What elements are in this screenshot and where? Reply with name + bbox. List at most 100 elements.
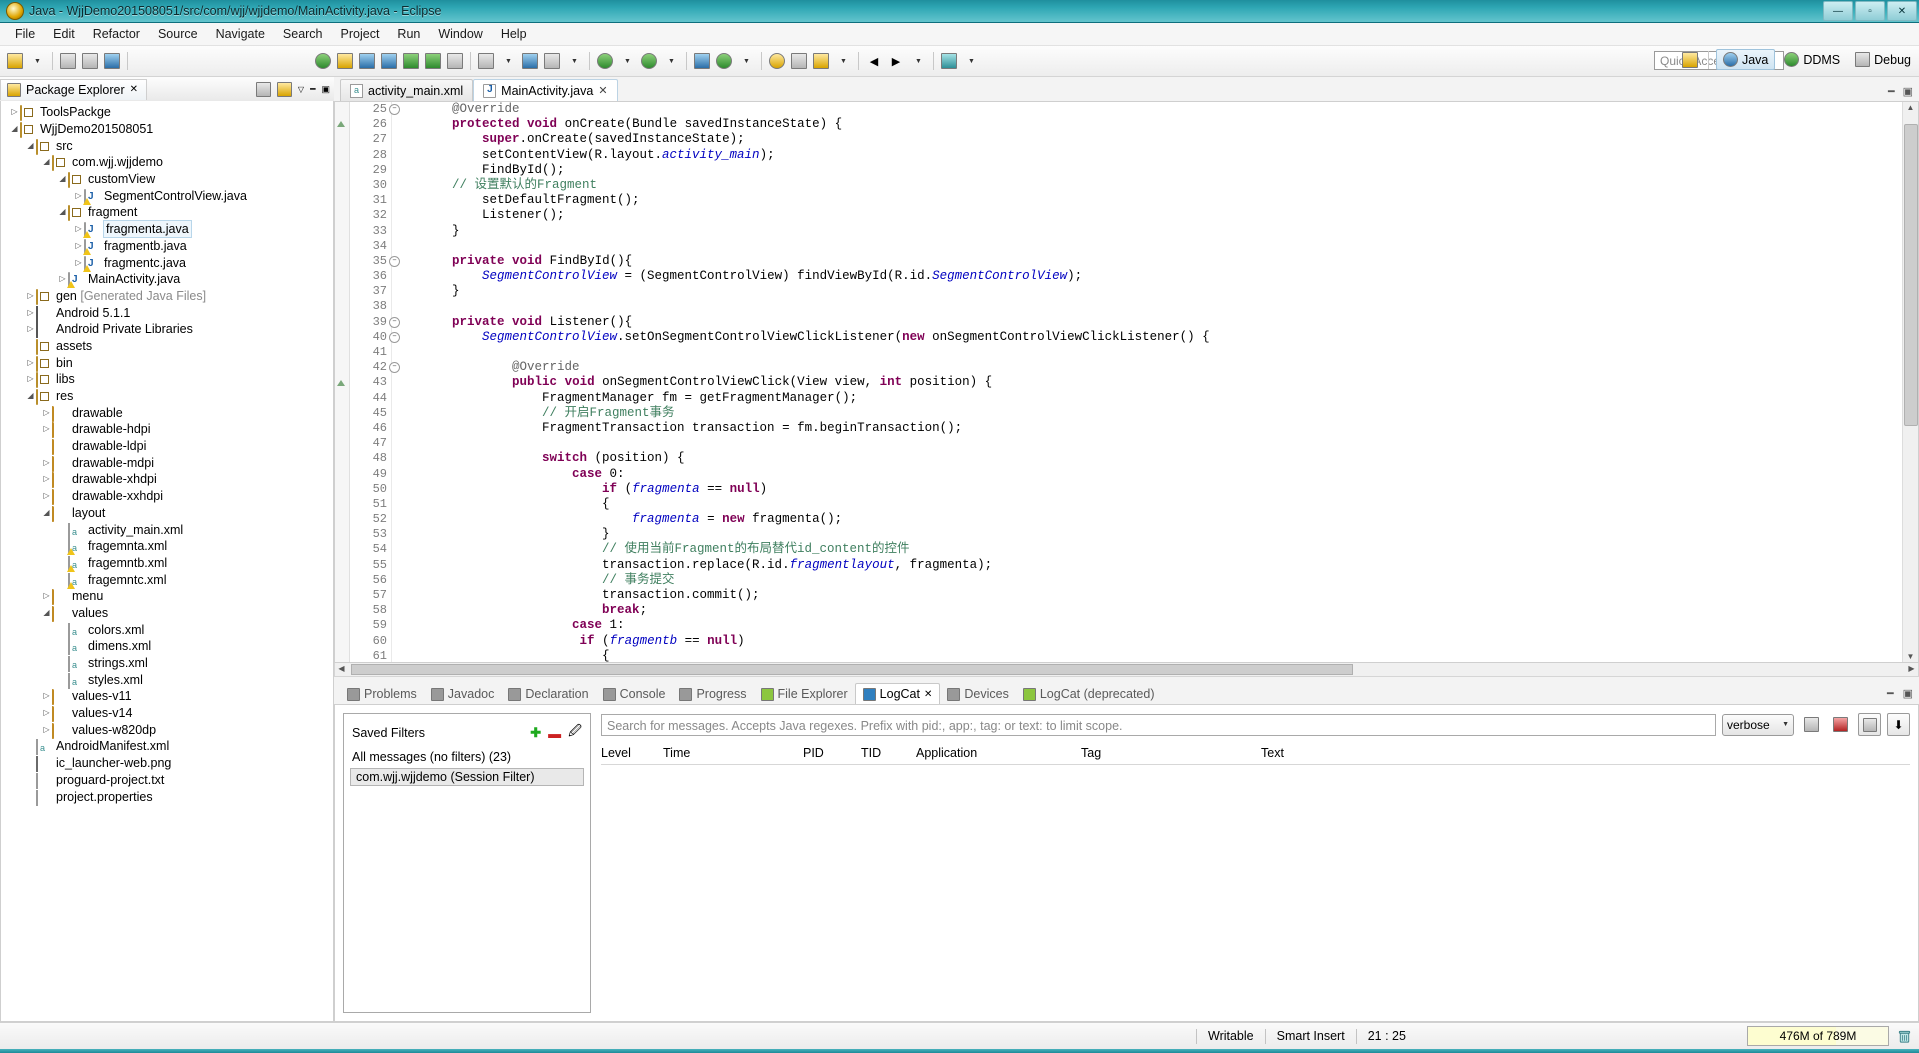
search-dropdown-icon[interactable]: ▼ xyxy=(736,51,756,71)
tree-item[interactable]: ▷ drawable-xhdpi xyxy=(1,471,333,489)
menu-search[interactable]: Search xyxy=(274,25,332,43)
code-line[interactable]: break; xyxy=(392,603,1918,618)
debug-dropdown-icon[interactable]: ▼ xyxy=(617,51,637,71)
code-line[interactable]: SegmentControlView = (SegmentControlView… xyxy=(392,269,1918,284)
remove-filter-icon[interactable]: ▬ xyxy=(548,726,561,741)
code-line[interactable]: } xyxy=(392,224,1918,239)
tree-item[interactable]: drawable-ldpi xyxy=(1,438,333,456)
maximize-icon[interactable]: ▣ xyxy=(1903,687,1913,700)
tree-item[interactable]: styles.xml xyxy=(1,671,333,689)
tree-item[interactable]: ▷ ToolsPackge xyxy=(1,104,333,122)
expand-arrow-icon[interactable]: ▷ xyxy=(41,705,52,721)
menu-edit[interactable]: Edit xyxy=(44,25,84,43)
close-button[interactable]: ✕ xyxy=(1887,1,1917,21)
open-perspective-icon[interactable] xyxy=(1680,50,1700,70)
code-line[interactable]: setDefaultFragment(); xyxy=(392,193,1918,208)
code-editor[interactable]: 25–26 27 28 29 30 31 32 33 34 35–36 37 38 39–40–41 42… xyxy=(334,101,1919,663)
new-wizard-icon[interactable] xyxy=(5,51,25,71)
tree-item[interactable]: ◢ customView xyxy=(1,171,333,189)
tree-item[interactable]: colors.xml xyxy=(1,621,333,639)
minimize-icon[interactable]: ━ xyxy=(310,84,315,95)
tree-item[interactable]: ▷fragmentc.java xyxy=(1,254,333,272)
bottom-tab-progress[interactable]: Progress xyxy=(672,684,753,704)
bottom-tab-logcat-deprecated[interactable]: LogCat (deprecated) xyxy=(1016,684,1162,704)
perspective-debug[interactable]: Debug xyxy=(1849,50,1917,69)
new-dropdown-icon[interactable]: ▼ xyxy=(27,51,47,71)
code-line[interactable] xyxy=(392,436,1918,451)
expand-arrow-icon[interactable]: ◢ xyxy=(9,121,20,137)
tree-item[interactable]: ▷fragmentb.java xyxy=(1,238,333,255)
column-tid[interactable]: TID xyxy=(861,746,916,760)
code-line[interactable]: private void Listener(){ xyxy=(392,315,1918,330)
filter-session[interactable]: com.wjj.wjjdemo (Session Filter) xyxy=(350,768,584,786)
add-filter-icon[interactable]: ✚ xyxy=(530,725,541,741)
code-line[interactable]: switch (position) { xyxy=(392,451,1918,466)
tree-item[interactable]: project.properties xyxy=(1,788,333,806)
perspective-ddms[interactable]: DDMS xyxy=(1778,50,1846,69)
debug-icon[interactable] xyxy=(595,51,615,71)
tree-item[interactable]: fragemntc.xml xyxy=(1,571,333,589)
expand-arrow-icon[interactable]: ◢ xyxy=(57,171,68,187)
log-level-select[interactable]: verbose ▼ xyxy=(1722,713,1794,736)
code-line[interactable]: super.onCreate(savedInstanceState); xyxy=(392,132,1918,147)
column-level[interactable]: Level xyxy=(601,746,663,760)
window-controls[interactable]: — ▫ ✕ xyxy=(1823,1,1917,21)
filter-all-messages[interactable]: All messages (no filters) (23) xyxy=(344,748,590,766)
pencil-icon[interactable] xyxy=(789,51,809,71)
bottom-tab-devices[interactable]: Devices xyxy=(940,684,1015,704)
code-line[interactable]: // 事务提交 xyxy=(392,573,1918,588)
tree-item[interactable]: ▷ drawable-mdpi xyxy=(1,454,333,472)
expand-arrow-icon[interactable]: ▷ xyxy=(41,722,52,738)
editor-tab-activity-main-xml[interactable]: activity_main.xml xyxy=(340,79,474,101)
tree-item[interactable]: ▷ Android 5.1.1 xyxy=(1,304,333,322)
open-type-icon[interactable] xyxy=(692,51,712,71)
print-icon[interactable] xyxy=(80,51,100,71)
tree-item[interactable]: dimens.xml xyxy=(1,638,333,656)
menu-run[interactable]: Run xyxy=(388,25,429,43)
code-line[interactable]: { xyxy=(392,497,1918,512)
tree-item[interactable]: ic_launcher-web.png xyxy=(1,755,333,773)
code-line[interactable]: public void onSegmentControlViewClick(Vi… xyxy=(392,375,1918,390)
tree-item[interactable]: ▷ Android Private Libraries xyxy=(1,321,333,339)
expand-arrow-icon[interactable]: ◢ xyxy=(41,605,52,621)
tree-item[interactable]: ◢ layout xyxy=(1,505,333,522)
maximize-icon[interactable]: ▣ xyxy=(1903,85,1913,98)
tree-item[interactable]: assets xyxy=(1,338,333,355)
external-tools-icon[interactable] xyxy=(542,51,562,71)
menu-project[interactable]: Project xyxy=(332,25,389,43)
menu-file[interactable]: File xyxy=(6,25,44,43)
menu-refactor[interactable]: Refactor xyxy=(84,25,149,43)
tree-item[interactable]: ▷ libs xyxy=(1,371,333,389)
collapse-all-icon[interactable] xyxy=(255,81,271,97)
code-line[interactable]: setContentView(R.layout.activity_main); xyxy=(392,148,1918,163)
code-line[interactable]: @Override xyxy=(392,360,1918,375)
column-time[interactable]: Time xyxy=(663,746,803,760)
code-line[interactable]: if (fragmenta == null) xyxy=(392,482,1918,497)
code-line[interactable]: FragmentManager fm = getFragmentManager(… xyxy=(392,391,1918,406)
android-avd-manager-icon[interactable] xyxy=(335,51,355,71)
new-java-class-icon[interactable] xyxy=(520,51,540,71)
logcat-rows[interactable] xyxy=(601,765,1910,1013)
code-line[interactable]: } xyxy=(392,527,1918,542)
run-dropdown-icon[interactable]: ▼ xyxy=(661,51,681,71)
tree-item[interactable]: fragemnta.xml xyxy=(1,538,333,556)
tree-item[interactable]: strings.xml xyxy=(1,655,333,673)
clear-log-icon[interactable] xyxy=(1829,713,1852,736)
tree-item[interactable]: ▷ gen [Generated Java Files] xyxy=(1,288,333,305)
trash-icon[interactable] xyxy=(1896,1028,1913,1045)
close-icon[interactable]: ✕ xyxy=(130,84,138,95)
tree-item[interactable]: ◢ values xyxy=(1,605,333,622)
check-dropdown-icon[interactable]: ▼ xyxy=(498,51,518,71)
minimize-icon[interactable]: ━ xyxy=(1887,687,1894,700)
bottom-tab-console[interactable]: Console xyxy=(596,684,673,704)
code-line[interactable]: Listener(); xyxy=(392,208,1918,223)
code-line[interactable]: { xyxy=(392,649,1918,662)
code-line[interactable]: FragmentTransaction transaction = fm.beg… xyxy=(392,421,1918,436)
bottom-tab-javadoc[interactable]: Javadoc xyxy=(424,684,502,704)
expand-arrow-icon[interactable]: ▷ xyxy=(41,588,52,604)
edit-filter-icon[interactable]: 🖉 xyxy=(568,722,582,744)
display-view-icon[interactable] xyxy=(1858,713,1881,736)
run-android-lint-icon[interactable] xyxy=(445,51,465,71)
logcat-search-input[interactable]: Search for messages. Accepts Java regexe… xyxy=(601,713,1716,736)
code-line[interactable]: case 0: xyxy=(392,467,1918,482)
